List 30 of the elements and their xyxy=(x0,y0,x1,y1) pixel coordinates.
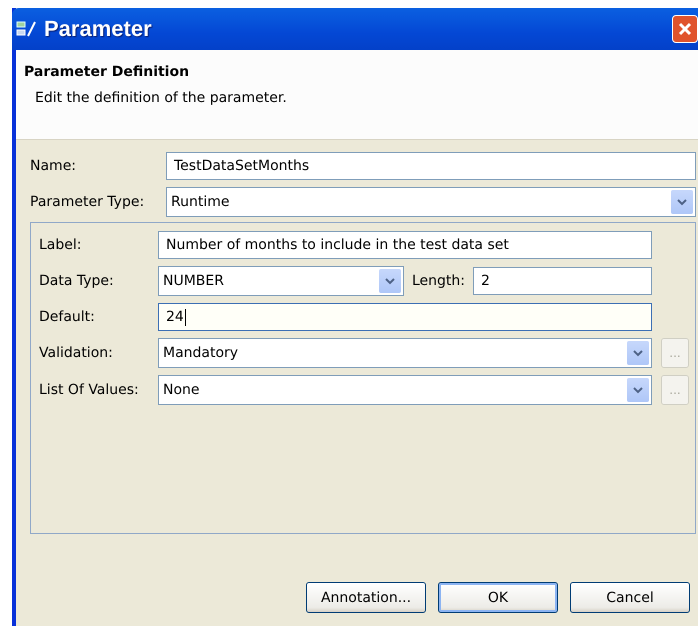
text-field[interactable]: 24 xyxy=(158,303,652,331)
field-label: Label: xyxy=(39,237,82,253)
text-field[interactable]: 2 xyxy=(473,267,652,295)
text-field[interactable]: TestDataSetMonths xyxy=(166,152,696,180)
field-label: Default: xyxy=(39,309,96,325)
dropdown-field[interactable]: NUMBER xyxy=(158,266,404,296)
header-title: Parameter Definition xyxy=(24,64,190,80)
chevron-down-icon xyxy=(677,198,687,206)
header-description: Edit the definition of the parameter. xyxy=(34,90,288,106)
close-icon xyxy=(678,22,692,36)
dialog-button[interactable]: Annotation... xyxy=(306,582,426,613)
dropdown-field[interactable]: Mandatory xyxy=(158,338,652,368)
chevron-down-icon xyxy=(385,278,395,284)
text-cursor xyxy=(184,308,186,326)
field-label: Parameter Type: xyxy=(30,194,146,210)
dropdown-field[interactable]: Runtime xyxy=(166,187,696,217)
window-title: Parameter xyxy=(44,16,153,42)
chevron-down-icon xyxy=(633,386,643,394)
field-label: Name: xyxy=(30,158,78,174)
field-label: Length: xyxy=(412,273,466,289)
field-label: Data Type: xyxy=(39,273,115,289)
field-label: List Of Values: xyxy=(39,382,140,398)
dialog-button[interactable]: OK xyxy=(438,582,558,613)
dropdown-field[interactable]: None xyxy=(158,375,652,405)
text-field[interactable]: Number of months to include in the test data set xyxy=(158,231,652,259)
chevron-down-icon xyxy=(633,350,643,356)
dialog-button[interactable]: Cancel xyxy=(570,582,690,613)
field-label: Validation: xyxy=(39,345,114,361)
close-button[interactable] xyxy=(672,15,698,43)
app-icon xyxy=(16,20,38,38)
